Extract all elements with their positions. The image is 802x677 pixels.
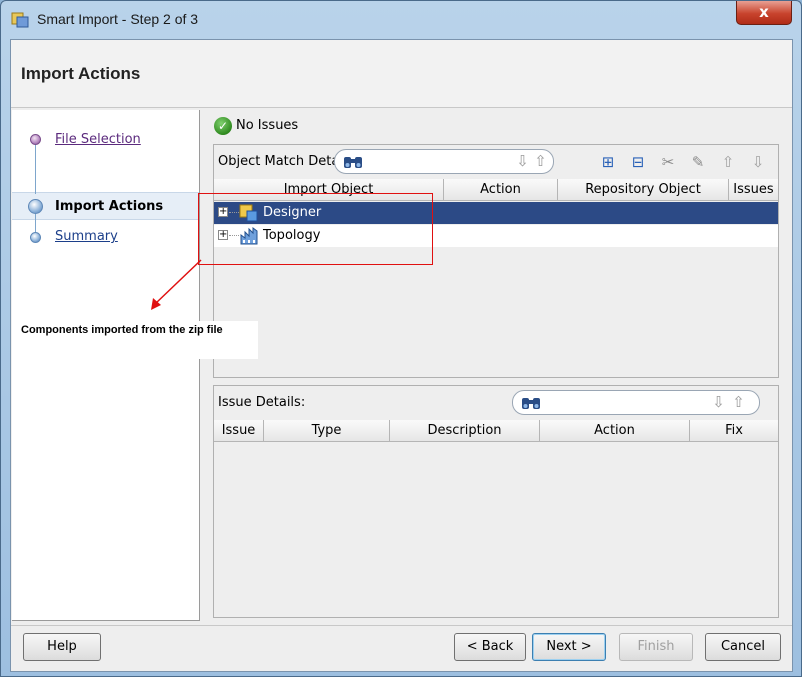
- column-header-fix[interactable]: Fix: [690, 420, 778, 442]
- page-title: Import Actions: [21, 64, 141, 83]
- footer-divider: [11, 625, 792, 626]
- move-up-icon[interactable]: ⇧: [718, 152, 738, 172]
- object-search-input[interactable]: ⇩ ⇧: [334, 149, 554, 174]
- issue-table: Issue Type Description Action Fix: [214, 420, 778, 617]
- wizard-steps-sidebar: File Selection Import Actions Summary: [12, 110, 200, 621]
- import-wizard-icon: [11, 12, 29, 28]
- annotation-arrow: [151, 259, 202, 310]
- move-down-icon[interactable]: ⇩: [748, 152, 768, 172]
- step-label-import-actions: Import Actions: [55, 199, 164, 214]
- collapse-all-icon[interactable]: ⊟: [628, 152, 648, 172]
- binoculars-icon: [344, 157, 362, 168]
- scissors-icon[interactable]: ✂: [658, 152, 678, 172]
- finish-button[interactable]: Finish: [619, 633, 693, 661]
- column-header-issues[interactable]: Issues: [729, 179, 778, 201]
- column-header-issue-action[interactable]: Action: [540, 420, 690, 442]
- step-connector: [35, 214, 36, 234]
- step-dot-summary: [30, 232, 41, 243]
- issue-details-label: Issue Details:: [218, 395, 306, 410]
- step-dot-file-selection: [30, 134, 41, 145]
- issue-search-input[interactable]: ⇩ ⇧: [512, 390, 760, 415]
- find-next-arrow-icon[interactable]: ⇩: [515, 153, 530, 170]
- cancel-button[interactable]: Cancel: [705, 633, 781, 661]
- find-previous-arrow-icon[interactable]: ⇧: [731, 394, 746, 411]
- column-header-issue[interactable]: Issue: [214, 420, 264, 442]
- title-bar: Smart Import - Step 2 of 3 x: [1, 1, 801, 39]
- status-text: No Issues: [236, 118, 299, 133]
- close-button[interactable]: x: [736, 1, 792, 25]
- step-connector: [35, 144, 36, 194]
- find-next-arrow-icon[interactable]: ⇩: [711, 394, 726, 411]
- back-button[interactable]: < Back: [454, 633, 526, 661]
- wand-icon[interactable]: ✎: [688, 152, 708, 172]
- step-link-file-selection[interactable]: File Selection: [55, 132, 141, 147]
- column-header-repository-object[interactable]: Repository Object: [558, 179, 729, 201]
- find-previous-arrow-icon[interactable]: ⇧: [533, 153, 548, 170]
- binoculars-icon: [522, 398, 540, 409]
- help-button[interactable]: Help: [23, 633, 101, 661]
- wizard-window: Smart Import - Step 2 of 3 x Import Acti…: [0, 0, 802, 677]
- annotation-note: Components imported from the zip file: [18, 321, 258, 359]
- window-title: Smart Import - Step 2 of 3: [37, 11, 199, 27]
- column-header-description[interactable]: Description: [390, 420, 540, 442]
- annotation-highlight-box: [198, 193, 433, 265]
- column-header-type[interactable]: Type: [264, 420, 390, 442]
- expand-all-icon[interactable]: ⊞: [598, 152, 618, 172]
- wizard-header: Import Actions: [11, 40, 792, 108]
- step-link-summary[interactable]: Summary: [55, 229, 118, 244]
- next-button[interactable]: Next >: [532, 633, 606, 661]
- column-header-action[interactable]: Action: [444, 179, 558, 201]
- issue-details-panel: Issue Details: ⇩ ⇧ Issue Type Descriptio…: [213, 385, 779, 618]
- check-icon: ✓: [214, 117, 232, 135]
- step-dot-import-actions: [28, 199, 43, 214]
